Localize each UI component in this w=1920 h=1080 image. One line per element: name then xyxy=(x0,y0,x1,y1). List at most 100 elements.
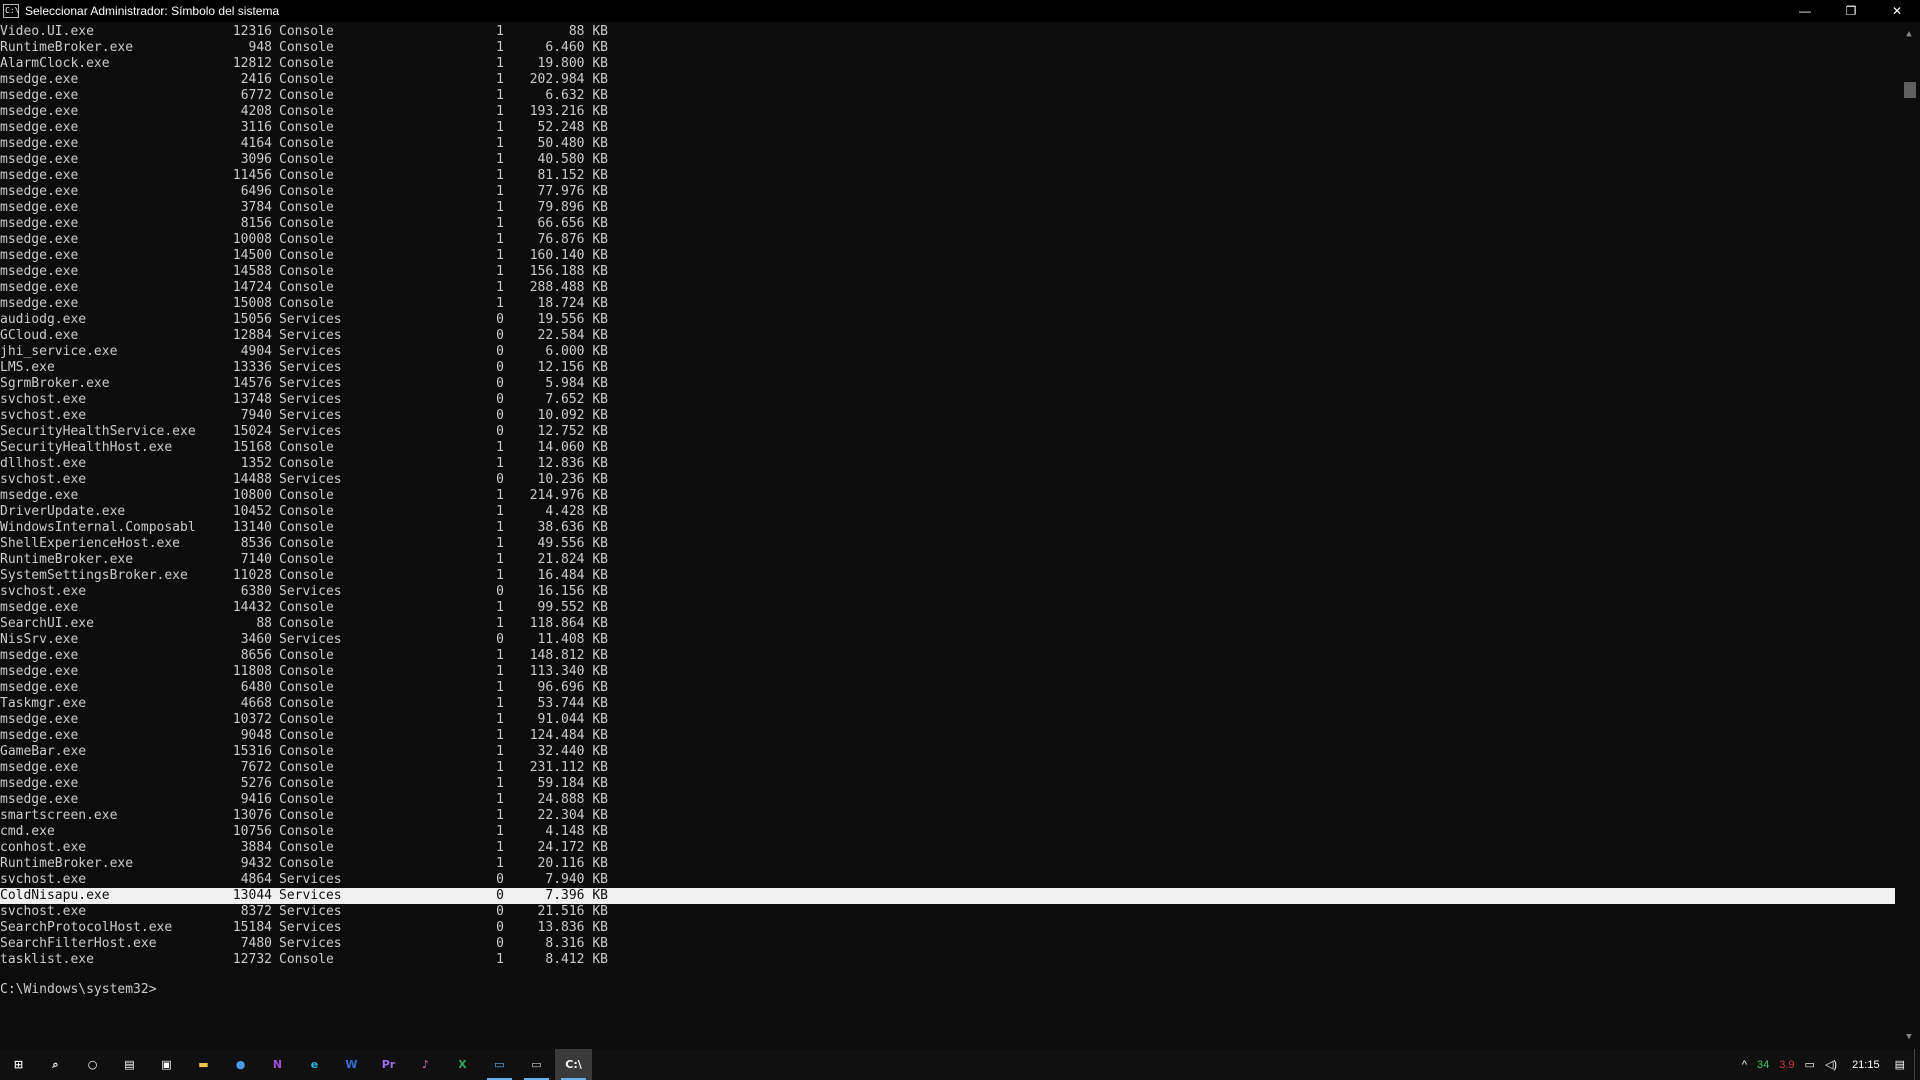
table-row[interactable]: msedge.exe 3784 Console 1 79.896 KB xyxy=(0,200,1898,216)
table-row[interactable]: msedge.exe 11808 Console 1 113.340 KB xyxy=(0,664,1898,680)
tray-counter-red[interactable]: 3.9 xyxy=(1774,1049,1799,1080)
table-row[interactable]: WindowsInternal.Composabl 13140 Console 1 38… xyxy=(0,520,1898,536)
minimize-button[interactable]: — xyxy=(1782,0,1828,22)
taskbar-button-chrome-like[interactable]: ● xyxy=(222,1049,259,1080)
table-row[interactable]: msedge.exe 10800 Console 1 214.976 KB xyxy=(0,488,1898,504)
table-row[interactable]: msedge.exe 6496 Console 1 77.976 KB xyxy=(0,184,1898,200)
taskbar-button-itunes[interactable]: ♪ xyxy=(407,1049,444,1080)
table-row[interactable]: SystemSettingsBroker.exe 11028 Console 1 16.… xyxy=(0,568,1898,584)
table-row[interactable]: svchost.exe 4864 Services 0 7.940 KB xyxy=(0,872,1898,888)
table-row[interactable]: SearchUI.exe 88 Console 1 118.864 KB xyxy=(0,616,1898,632)
taskbar-button-search[interactable]: ⌕ xyxy=(37,1049,74,1080)
table-row[interactable]: msedge.exe 9048 Console 1 124.484 KB xyxy=(0,728,1898,744)
table-row[interactable]: GCloud.exe 12884 Services 0 22.584 KB xyxy=(0,328,1898,344)
table-row[interactable]: svchost.exe 8372 Services 0 21.516 KB xyxy=(0,904,1898,920)
table-row[interactable]: msedge.exe 14588 Console 1 156.188 KB xyxy=(0,264,1898,280)
scroll-thumb[interactable] xyxy=(1904,82,1916,98)
command-prompt-line[interactable]: C:\Windows\system32> xyxy=(0,982,157,998)
table-row[interactable]: msedge.exe 8656 Console 1 148.812 KB xyxy=(0,648,1898,664)
taskbar-button-excel[interactable]: X xyxy=(444,1049,481,1080)
clock[interactable]: 21:15 xyxy=(1842,1059,1890,1071)
process-name: msedge.exe xyxy=(0,776,79,791)
tray-chevron-icon[interactable]: ^ xyxy=(1737,1049,1752,1080)
table-row[interactable]: NisSrv.exe 3460 Services 0 11.408 KB xyxy=(0,632,1898,648)
volume-icon[interactable]: ◁) xyxy=(1820,1049,1842,1080)
table-row[interactable]: RuntimeBroker.exe 948 Console 1 6.460 KB xyxy=(0,40,1898,56)
table-row[interactable]: svchost.exe 6380 Services 0 16.156 KB xyxy=(0,584,1898,600)
table-row[interactable]: msedge.exe 14724 Console 1 288.488 KB xyxy=(0,280,1898,296)
table-row[interactable]: audiodg.exe 15056 Services 0 19.556 KB xyxy=(0,312,1898,328)
memory-usage: 214.976 KB xyxy=(529,488,608,503)
cmd-app-icon[interactable]: C:\ xyxy=(3,4,19,18)
table-row[interactable]: svchost.exe 13748 Services 0 7.652 KB xyxy=(0,392,1898,408)
taskbar-button-premiere[interactable]: Pr xyxy=(370,1049,407,1080)
taskbar-button-task-view[interactable]: ▤ xyxy=(111,1049,148,1080)
table-row[interactable]: SgrmBroker.exe 14576 Services 0 5.984 KB xyxy=(0,376,1898,392)
taskbar-button-file-explorer[interactable]: ▬ xyxy=(185,1049,222,1080)
taskbar-button-edge[interactable]: e xyxy=(296,1049,333,1080)
table-row[interactable]: msedge.exe 14500 Console 1 160.140 KB xyxy=(0,248,1898,264)
table-row[interactable]: msedge.exe 3116 Console 1 52.248 KB xyxy=(0,120,1898,136)
table-row[interactable]: SecurityHealthHost.exe 15168 Console 1 14.06… xyxy=(0,440,1898,456)
memory-usage: 40.580 KB xyxy=(537,152,608,167)
table-row[interactable]: svchost.exe 14488 Services 0 10.236 KB xyxy=(0,472,1898,488)
taskbar-button-network-app[interactable]: ▭ xyxy=(518,1049,555,1080)
table-row[interactable]: msedge.exe 11456 Console 1 81.152 KB xyxy=(0,168,1898,184)
close-button[interactable]: ✕ xyxy=(1874,0,1920,22)
table-row[interactable]: msedge.exe 10372 Console 1 91.044 KB xyxy=(0,712,1898,728)
console-output[interactable]: Video.UI.exe 12316 Console 1 88 KB RuntimeBro… xyxy=(0,22,1898,1049)
table-row[interactable]: LMS.exe 13336 Services 0 12.156 KB xyxy=(0,360,1898,376)
scroll-down-button[interactable]: ▼ xyxy=(1898,1029,1920,1045)
table-row[interactable]: RuntimeBroker.exe 9432 Console 1 20.116 KB xyxy=(0,856,1898,872)
restore-button[interactable]: ❐ xyxy=(1828,0,1874,22)
table-row[interactable]: tasklist.exe 12732 Console 1 8.412 KB xyxy=(0,952,1898,968)
taskbar-button-store[interactable]: ▣ xyxy=(148,1049,185,1080)
table-row[interactable]: Taskmgr.exe 4668 Console 1 53.744 KB xyxy=(0,696,1898,712)
taskbar-button-command-prompt[interactable]: C:\ xyxy=(555,1049,592,1080)
taskbar-button-word[interactable]: W xyxy=(333,1049,370,1080)
table-row[interactable]: msedge.exe 4164 Console 1 50.480 KB xyxy=(0,136,1898,152)
table-row[interactable]: SearchProtocolHost.exe 15184 Services 0 13.8… xyxy=(0,920,1898,936)
session-number: 1 xyxy=(496,24,504,39)
table-row[interactable]: msedge.exe 14432 Console 1 99.552 KB xyxy=(0,600,1898,616)
table-row[interactable]: cmd.exe 10756 Console 1 4.148 KB xyxy=(0,824,1898,840)
table-row[interactable]: msedge.exe 7672 Console 1 231.112 KB xyxy=(0,760,1898,776)
table-row[interactable]: msedge.exe 9416 Console 1 24.888 KB xyxy=(0,792,1898,808)
table-row[interactable]: msedge.exe 6772 Console 1 6.632 KB xyxy=(0,88,1898,104)
taskbar-button-onenote[interactable]: N xyxy=(259,1049,296,1080)
table-row[interactable]: msedge.exe 3096 Console 1 40.580 KB xyxy=(0,152,1898,168)
table-row[interactable]: msedge.exe 10008 Console 1 76.876 KB xyxy=(0,232,1898,248)
table-row-selected[interactable]: ColdNisapu.exe 13044 Services 0 7.396 KB xyxy=(0,888,1895,904)
table-row[interactable]: dllhost.exe 1352 Console 1 12.836 KB xyxy=(0,456,1898,472)
taskbar-button-remote-desktop[interactable]: ▭ xyxy=(481,1049,518,1080)
table-row[interactable]: RuntimeBroker.exe 7140 Console 1 21.824 KB xyxy=(0,552,1898,568)
table-row[interactable]: ShellExperienceHost.exe 8536 Console 1 49.55… xyxy=(0,536,1898,552)
table-row[interactable]: msedge.exe 8156 Console 1 66.656 KB xyxy=(0,216,1898,232)
tray-counter-green[interactable]: 34 xyxy=(1752,1049,1774,1080)
table-row[interactable]: DriverUpdate.exe 10452 Console 1 4.428 KB xyxy=(0,504,1898,520)
table-row[interactable]: msedge.exe 2416 Console 1 202.984 KB xyxy=(0,72,1898,88)
table-row[interactable]: msedge.exe 6480 Console 1 96.696 KB xyxy=(0,680,1898,696)
table-row[interactable]: AlarmClock.exe 12812 Console 1 19.800 KB xyxy=(0,56,1898,72)
taskbar-button-cortana[interactable]: ○ xyxy=(74,1049,111,1080)
network-icon[interactable]: ▭ xyxy=(1800,1049,1820,1080)
notification-center-icon[interactable]: ▤ xyxy=(1890,1049,1910,1080)
show-desktop-button[interactable] xyxy=(1914,1049,1920,1080)
title-bar[interactable]: C:\ Seleccionar Administrador: Símbolo d… xyxy=(0,0,1920,22)
process-name: AlarmClock.exe xyxy=(0,56,110,71)
table-row[interactable]: svchost.exe 7940 Services 0 10.092 KB xyxy=(0,408,1898,424)
taskbar-button-windows-start[interactable]: ⊞ xyxy=(0,1049,37,1080)
table-row[interactable]: jhi_service.exe 4904 Services 0 6.000 KB xyxy=(0,344,1898,360)
table-row[interactable]: SecurityHealthService.exe 15024 Services 0 1… xyxy=(0,424,1898,440)
table-row[interactable]: msedge.exe 5276 Console 1 59.184 KB xyxy=(0,776,1898,792)
scroll-up-button[interactable]: ▲ xyxy=(1898,26,1920,42)
table-row[interactable]: msedge.exe 4208 Console 1 193.216 KB xyxy=(0,104,1898,120)
table-row[interactable]: smartscreen.exe 13076 Console 1 22.304 KB xyxy=(0,808,1898,824)
table-row[interactable]: SearchFilterHost.exe 7480 Services 0 8.316 K… xyxy=(0,936,1898,952)
process-name: ShellExperienceHost.exe xyxy=(0,536,181,551)
vertical-scrollbar[interactable]: ▲ ▼ xyxy=(1898,22,1920,1049)
table-row[interactable]: GameBar.exe 15316 Console 1 32.440 KB xyxy=(0,744,1898,760)
table-row[interactable]: msedge.exe 15008 Console 1 18.724 KB xyxy=(0,296,1898,312)
table-row[interactable]: conhost.exe 3884 Console 1 24.172 KB xyxy=(0,840,1898,856)
table-row[interactable]: Video.UI.exe 12316 Console 1 88 KB xyxy=(0,24,1898,40)
